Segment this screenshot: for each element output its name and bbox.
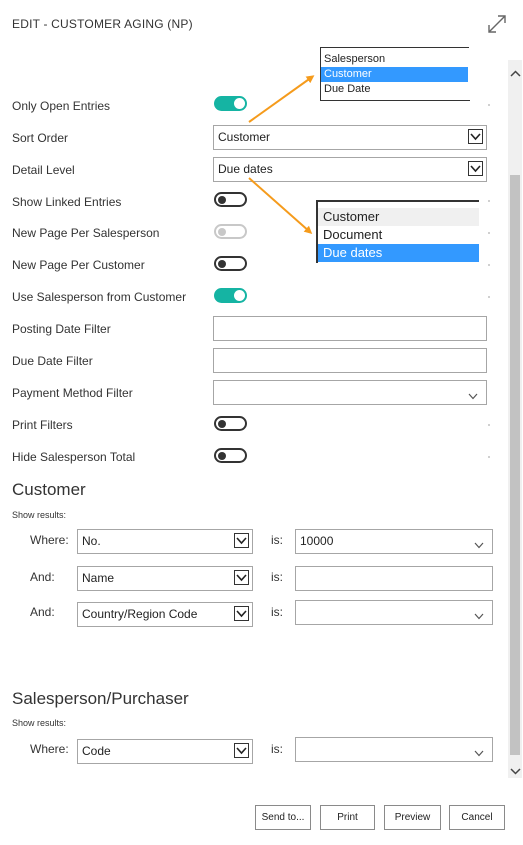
use-salesperson-from-customer-toggle[interactable]: [214, 288, 247, 303]
chevron-down-icon[interactable]: [474, 742, 484, 765]
due-date-filter-input[interactable]: [213, 348, 487, 373]
filter-is-label: is:: [271, 742, 283, 756]
filter-is-label: is:: [271, 533, 283, 547]
filter-field-value: Country/Region Code: [82, 607, 198, 621]
detail-level-option-due-dates[interactable]: Due dates: [318, 244, 479, 262]
print-filters-toggle[interactable]: [214, 416, 247, 431]
detail-level-option-document[interactable]: Document: [318, 226, 479, 244]
chevron-down-icon[interactable]: [474, 534, 484, 557]
arrow-to-sort-order-list: [248, 75, 315, 123]
row-marker: [488, 264, 490, 266]
customer-filter-field-select[interactable]: No.: [77, 529, 253, 554]
sort-order-option-due-date[interactable]: Due Date: [321, 82, 468, 97]
posting-date-filter-label: Posting Date Filter: [12, 322, 111, 336]
row-marker: [488, 424, 490, 426]
sort-order-dropdown-list: Salesperson Customer Due Date: [320, 47, 470, 101]
sort-order-option-salesperson[interactable]: Salesperson: [321, 52, 468, 67]
only-open-entries-label: Only Open Entries: [12, 99, 111, 113]
filter-connector: And:: [30, 605, 55, 619]
chevron-down-icon[interactable]: [234, 533, 249, 548]
posting-date-filter-input[interactable]: [213, 316, 487, 341]
due-date-filter-label: Due Date Filter: [12, 354, 93, 368]
filter-field-value: Name: [82, 571, 115, 585]
row-marker: [488, 456, 490, 458]
filter-connector: Where:: [30, 742, 69, 756]
salesperson-filter-value-input[interactable]: [295, 737, 493, 762]
filter-connector: Where:: [30, 533, 69, 547]
new-page-per-customer-label: New Page Per Customer: [12, 258, 145, 272]
chevron-down-icon[interactable]: [234, 570, 249, 585]
arrow-to-detail-level-list: [248, 177, 313, 234]
show-linked-entries-toggle[interactable]: [214, 192, 247, 207]
row-marker: [488, 200, 490, 202]
chevron-down-icon[interactable]: [234, 743, 249, 758]
chevron-down-icon[interactable]: [234, 606, 249, 621]
detail-level-value: Due dates: [218, 162, 273, 176]
use-salesperson-from-customer-label: Use Salesperson from Customer: [12, 290, 187, 304]
scroll-up-icon[interactable]: [510, 66, 521, 84]
chevron-down-icon[interactable]: [468, 129, 483, 144]
chevron-down-icon[interactable]: [468, 385, 478, 408]
window-title: EDIT - CUSTOMER AGING (NP): [12, 17, 193, 31]
print-filters-label: Print Filters: [12, 418, 73, 432]
salesperson-show-results: Show results:: [12, 718, 67, 728]
chevron-down-icon[interactable]: [468, 161, 483, 176]
detail-level-dropdown-list: Customer Document Due dates: [316, 200, 479, 263]
new-page-per-salesperson-toggle: [214, 224, 247, 239]
payment-method-filter-label: Payment Method Filter: [12, 386, 133, 400]
row-marker: [488, 232, 490, 234]
detail-level-label: Detail Level: [12, 163, 75, 177]
salesperson-filter-field-select[interactable]: Code: [77, 739, 253, 764]
customer-section-title: Customer: [12, 480, 86, 499]
customer-filter-value-input[interactable]: 10000: [295, 529, 493, 554]
new-page-per-salesperson-label: New Page Per Salesperson: [12, 226, 160, 240]
expand-icon[interactable]: [486, 13, 508, 35]
detail-level-select[interactable]: Due dates: [213, 157, 487, 182]
payment-method-filter-input[interactable]: [213, 380, 487, 405]
scrollbar-thumb[interactable]: [510, 175, 520, 755]
only-open-entries-toggle[interactable]: [214, 96, 247, 111]
sort-order-label: Sort Order: [12, 131, 69, 145]
sort-order-select[interactable]: Customer: [213, 125, 487, 150]
cancel-button[interactable]: Cancel: [449, 805, 505, 830]
hide-salesperson-total-toggle[interactable]: [214, 448, 247, 463]
filter-connector: And:: [30, 570, 55, 584]
preview-button[interactable]: Preview: [384, 805, 441, 830]
customer-filter-field-select[interactable]: Name: [77, 566, 253, 591]
filter-is-label: is:: [271, 570, 283, 584]
row-marker: [488, 104, 490, 106]
filter-value: 10000: [300, 534, 334, 548]
hide-salesperson-total-label: Hide Salesperson Total: [12, 450, 136, 464]
detail-level-option-customer[interactable]: Customer: [318, 208, 479, 226]
chevron-down-icon[interactable]: [474, 605, 484, 628]
customer-filter-field-select[interactable]: Country/Region Code: [77, 602, 253, 627]
row-marker: [488, 296, 490, 298]
customer-filter-value-input[interactable]: [295, 600, 493, 625]
print-button[interactable]: Print: [320, 805, 375, 830]
filter-is-label: is:: [271, 605, 283, 619]
sort-order-option-customer[interactable]: Customer: [321, 67, 468, 82]
show-linked-entries-label: Show Linked Entries: [12, 195, 122, 209]
salesperson-section-title: Salesperson/Purchaser: [12, 689, 189, 708]
filter-field-value: Code: [82, 744, 111, 758]
scroll-down-icon[interactable]: [510, 763, 521, 781]
send-to-button[interactable]: Send to...: [255, 805, 311, 830]
new-page-per-customer-toggle[interactable]: [214, 256, 247, 271]
customer-show-results: Show results:: [12, 510, 67, 520]
sort-order-value: Customer: [218, 130, 271, 144]
customer-filter-value-input[interactable]: [295, 566, 493, 591]
filter-field-value: No.: [82, 534, 101, 548]
